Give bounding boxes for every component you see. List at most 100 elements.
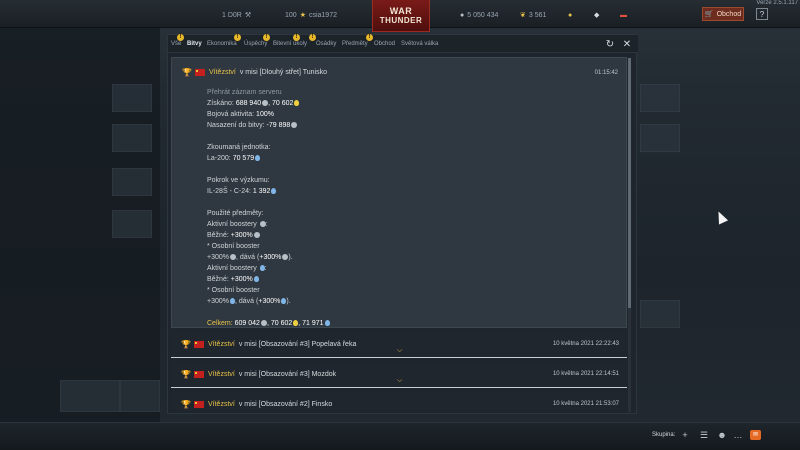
notifications-icon[interactable]: ◆ — [594, 9, 599, 21]
tab-label: Úspěchy — [244, 41, 268, 47]
convertible-rp-icon — [255, 155, 261, 162]
chevron-down-icon[interactable]: ⌵ — [397, 377, 402, 385]
mission-name: v misi [Obsazování #2] Finsko — [238, 401, 333, 408]
tab-crews[interactable]: ! Osádky — [309, 34, 336, 47]
gives-label: , dává ( — [236, 254, 260, 261]
shop-label: Obchod — [716, 10, 742, 18]
tab-economy[interactable]: ! Ekonomika — [207, 34, 241, 47]
tab-items[interactable]: Předměty — [342, 41, 368, 47]
tab-label: Obchod — [374, 41, 396, 47]
star-icon: ★ — [299, 12, 306, 19]
golden-eagles[interactable]: ❦ 3 561 — [520, 9, 546, 21]
trophy-icon: 🏆 — [181, 400, 191, 409]
convertible-rp-icon — [271, 188, 277, 195]
earned-label: Získáno: — [207, 100, 234, 107]
version-label: Verze 2.5.1.117 — [756, 0, 798, 6]
tab-badge: ! — [293, 34, 300, 41]
tab-badge: ! — [309, 34, 316, 41]
activity-label: Bojová aktivita: — [207, 111, 255, 118]
contacts-icon[interactable]: ☻ — [716, 429, 728, 441]
close-icon[interactable]: ✕ — [621, 39, 633, 51]
entry-header: 🏆 Vítězství v misi [Obsazování #3] Popel… — [181, 340, 356, 349]
battle-time: 01:15:42 — [594, 70, 618, 76]
battle-entry[interactable]: 🏆 Vítězství v misi [Obsazování #2] Finsk… — [171, 392, 627, 411]
silver-lions[interactable]: ● 5 050 434 — [460, 9, 498, 21]
research-points-icon — [294, 100, 300, 107]
wrench-icon: ⚒ — [244, 12, 252, 19]
tab-badge: ! — [177, 34, 184, 41]
common-booster-row: Běžné: +300% — [207, 230, 607, 241]
battle-details: Přehrát záznam serveru Získáno: 688 940,… — [207, 87, 607, 329]
chat-icon[interactable]: ✉ — [750, 430, 761, 440]
battle-time: 10 května 2021 21:53:07 — [552, 401, 619, 407]
tab-bar: ! Vše Bitvy ! Ekonomika ! Úspěchy ! Bitevní … — [168, 34, 638, 53]
items-label: Použité předměty: — [207, 210, 264, 217]
chevron-down-icon[interactable]: ⌵ — [397, 347, 402, 355]
progress-row: IL-28Š - C-24: 1 392 — [207, 186, 607, 197]
deploy-row: Nasazení do bitvy: -79 898 — [207, 120, 607, 131]
battle-entry[interactable]: 🏆 Vítězství v misi [Obsazování #3] Popel… — [171, 332, 627, 358]
silver-lions-icon: ● — [460, 11, 465, 19]
activity-row: Bojová aktivita: 100% — [207, 109, 607, 120]
golden-eagles-value: 3 561 — [528, 11, 547, 19]
scrollbar-thumb[interactable] — [628, 58, 631, 308]
chat-bubble-icon[interactable]: … — [732, 429, 744, 441]
tab-world-war[interactable]: Světová válka — [401, 41, 438, 47]
entry-header: 🏆 Vítězství v misi [Obsazování #3] Mozdo… — [181, 370, 336, 379]
tab-battles[interactable]: Bitvy — [187, 41, 202, 47]
unit-card — [60, 380, 120, 412]
ussr-flag-icon — [194, 401, 204, 408]
tab-all[interactable]: ! Vše — [171, 34, 184, 47]
battle-entry[interactable]: 🏆 Vítězství v misi [Obsazování #3] Mozdo… — [171, 362, 627, 388]
progress-unit: IL-28Š - C-24: — [207, 188, 251, 195]
trophy-icon: 🏆 — [182, 68, 192, 77]
logo-text-war: WAR — [389, 5, 413, 16]
add-squad-icon[interactable]: + — [679, 429, 691, 441]
tab-label: Bitvy — [187, 41, 202, 47]
tab-battle-tasks[interactable]: ! Bitevní úkoly — [273, 34, 308, 47]
gives-value: +300% — [258, 298, 281, 305]
researched-label: Zkoumaná jednotka: — [207, 144, 271, 151]
researched-row: La-200: 70 579 — [207, 153, 607, 164]
replay-link[interactable]: Přehrát záznam serveru — [207, 87, 607, 98]
battle-entry-expanded[interactable]: 🏆 Vítězství v misi [Dlouhý střet] Tunisk… — [171, 57, 627, 328]
gives-label: , dává ( — [235, 298, 259, 305]
result-label: Vítězství — [208, 341, 235, 348]
tab-badge: ! — [263, 34, 270, 41]
common-label: Běžné: — [207, 276, 229, 283]
gives-value: +300% — [259, 254, 282, 261]
player-info[interactable]: 100 ★ csia1972 — [285, 9, 337, 21]
war-thunder-logo[interactable]: WAR THUNDER — [372, 0, 430, 32]
battle-time: 10 května 2021 22:22:43 — [552, 341, 619, 347]
personal-booster-label: * Osobní booster — [207, 243, 260, 250]
help-button[interactable]: ? — [756, 8, 768, 20]
tab-label: Ekonomika — [207, 41, 237, 47]
battle-time: 10 května 2021 22:14:51 — [552, 371, 619, 377]
unit-card — [112, 124, 152, 152]
unit-card — [120, 380, 160, 412]
researched-unit: La-200: — [207, 155, 231, 162]
tab-achievements[interactable]: ! Úspěchy — [244, 34, 270, 47]
tab-label: Bitevní úkoly — [273, 41, 308, 47]
tab-label: Předměty — [342, 41, 368, 47]
shop-button[interactable]: 🛒 Obchod — [702, 7, 744, 21]
unit-card — [112, 168, 152, 196]
mission-name: v misi [Dlouhý střet] Tunisko — [239, 69, 327, 76]
deploy-value: -79 898 — [266, 122, 291, 129]
ussr-flag-icon — [195, 69, 205, 76]
convertible-rp-icon — [281, 298, 287, 305]
tab-shop[interactable]: ! Obchod — [366, 34, 396, 47]
convertible-rp-icon — [259, 265, 265, 272]
list-icon[interactable]: ☰ — [698, 429, 710, 441]
mission-name: v misi [Obsazování #3] Mozdok — [238, 371, 337, 378]
lightbulb-icon[interactable]: ● — [568, 9, 572, 21]
coupon-icon[interactable]: ▬ — [620, 9, 627, 21]
earned-silver: 688 940 — [235, 100, 262, 107]
personal-value: +300% — [207, 298, 229, 305]
eagle-icon: ❦ — [520, 12, 526, 19]
common-booster-row: Běžné: +300% — [207, 274, 607, 285]
help-label: ? — [759, 9, 765, 19]
refresh-icon[interactable]: ↻ — [604, 39, 616, 51]
